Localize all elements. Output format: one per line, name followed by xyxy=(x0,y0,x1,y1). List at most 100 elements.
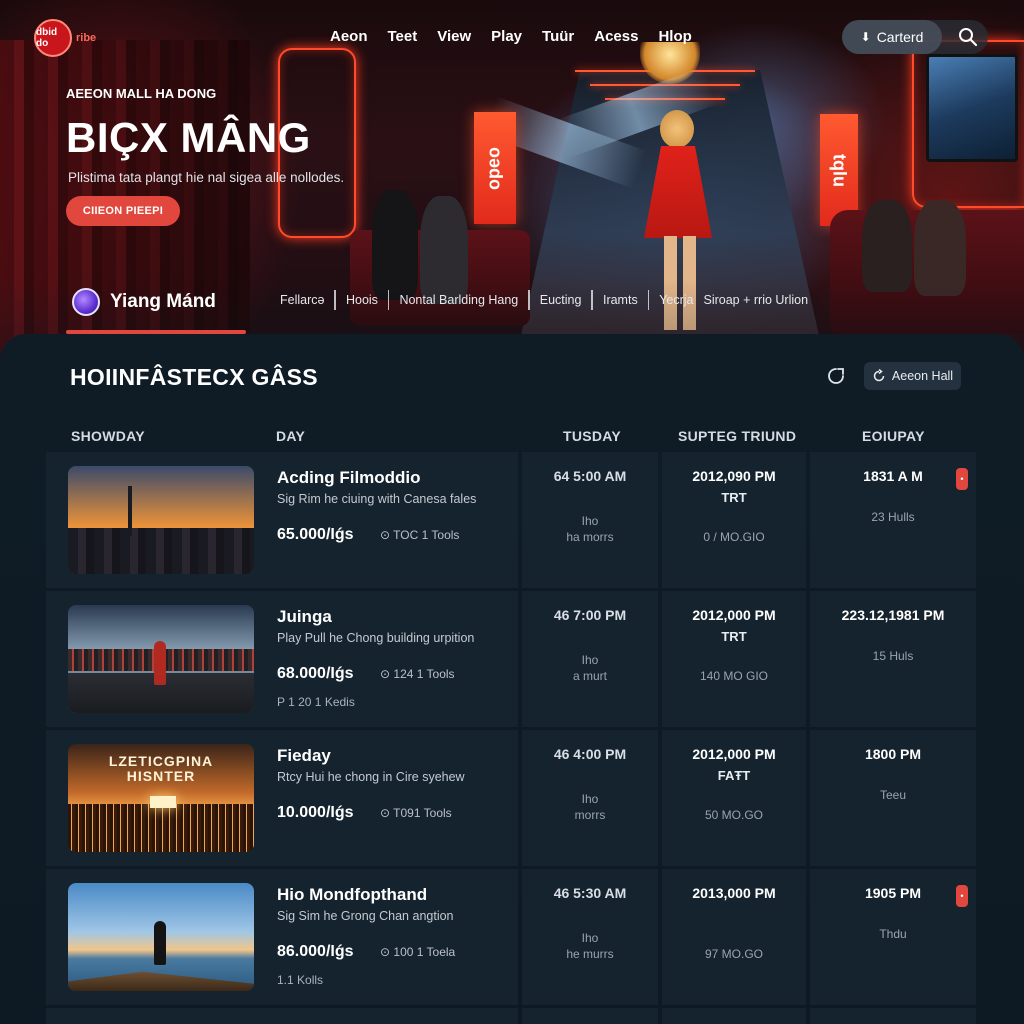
download-icon: ⬇ xyxy=(860,30,871,44)
panel-title: HOIINFÂSTECX GÂSS xyxy=(70,364,318,390)
movie-cell[interactable]: Hio Mondfopthand Sig Sim he Grong Chan an… xyxy=(46,869,518,1005)
slot-cell[interactable]: 2012,000 PM FAŦT 50 MO.GO xyxy=(662,730,806,866)
nav-item-play[interactable]: Play xyxy=(491,26,522,47)
time-cell[interactable]: 64 5:00 AM Iho ha morrs xyxy=(522,452,658,588)
equipment-time: 223.12,1981 PM xyxy=(841,607,945,623)
subnav-item[interactable]: Eucting xyxy=(530,293,592,307)
search-icon xyxy=(959,28,978,47)
cart-button[interactable]: ⬇ Carterd xyxy=(842,20,942,54)
audience-person xyxy=(862,200,912,292)
time-cell[interactable]: 46 5:30 AM Iho he murrs xyxy=(522,869,658,1005)
hero-cta-button[interactable]: CIIEON PIEEPI xyxy=(66,196,180,226)
subnav-divider xyxy=(591,290,593,310)
subnav-divider xyxy=(647,290,650,310)
slot-cell[interactable]: 2013,000 PM 97 MO.GO xyxy=(662,869,806,1005)
time-cell[interactable] xyxy=(522,1008,658,1024)
performer xyxy=(660,110,694,148)
movie-thumbnail[interactable] xyxy=(68,466,254,574)
venue-name: Yiang Mánd xyxy=(110,291,216,312)
column-header-day[interactable]: DAY xyxy=(276,428,305,444)
movie-thumbnail[interactable]: LZETICGPINA HISNTER xyxy=(68,744,254,852)
movie-tools: ⊙ 100 1 Toela xyxy=(380,945,456,959)
table-row[interactable] xyxy=(46,1008,976,1024)
venue-selector[interactable]: Yiang Mánd xyxy=(72,288,216,316)
main-nav: Aeon Teet View Play Tuür Acess Hlop xyxy=(330,26,692,47)
table-row[interactable]: LZETICGPINA HISNTER Fieday Rtcy Hui he chon… xyxy=(46,730,976,866)
share-button[interactable] xyxy=(824,364,848,388)
movie-tools: ⊙ T091 Tools xyxy=(380,806,452,820)
subnav-item[interactable]: Siroap + rrio Urlion xyxy=(704,293,819,307)
brand-logo[interactable]: dbid do ribe xyxy=(34,18,110,58)
movie-description: Rtcy Hui he chong in Cire syehew xyxy=(277,770,465,784)
subnav-item[interactable]: Nontal Barlding Hang xyxy=(389,293,528,307)
slot-cell[interactable] xyxy=(662,1008,806,1024)
movie-tools: ⊙ TOC 1 Tools xyxy=(380,528,460,542)
slot-tag: TRT xyxy=(721,629,747,644)
subnav-item[interactable]: Iramts xyxy=(593,293,648,307)
showtime-note: a murt xyxy=(572,669,607,683)
refresh-icon xyxy=(873,369,885,382)
movie-tools: ⊙ 124 1 Tools xyxy=(380,667,455,681)
nav-item-tuur[interactable]: Tuür xyxy=(542,26,574,47)
movie-title[interactable]: Juinga xyxy=(277,607,332,627)
movie-description: Sig Rim he ciuing with Canesa fales xyxy=(277,492,477,506)
equipment-cell[interactable] xyxy=(810,1008,976,1024)
sub-nav: Fellarcə Hoois Nontal Barlding Hang Euct… xyxy=(270,288,818,312)
showtime-note: Iho xyxy=(581,653,599,667)
time-cell[interactable]: 46 7:00 PM Iho a murt xyxy=(522,591,658,727)
subnav-divider xyxy=(387,290,390,310)
column-header-showday[interactable]: SHOWDAY xyxy=(71,428,145,444)
logo-text: dbid do xyxy=(36,27,58,49)
alert-badge[interactable]: • xyxy=(956,885,968,907)
equipment-cell[interactable]: 1800 PM Teeu xyxy=(810,730,976,866)
hall-filter-button[interactable]: Aeeon Hall xyxy=(864,362,961,390)
nav-item-aeon[interactable]: Aeon xyxy=(330,26,368,47)
share-icon xyxy=(828,368,844,384)
column-header-eoiupay[interactable]: EOIUPAY xyxy=(862,428,925,444)
showtime: 46 7:00 PM xyxy=(553,607,627,623)
nav-item-hlop[interactable]: Hlop xyxy=(658,26,691,47)
movie-title[interactable]: Fieday xyxy=(277,746,331,766)
movie-cell[interactable]: Acding Filmoddio Sig Rim he ciuing with C… xyxy=(46,452,518,588)
hero-subtitle: Plistima tata plangt hie nal sigea alle … xyxy=(68,170,345,185)
equipment-cell[interactable]: 1905 PM Thdu • xyxy=(810,869,976,1005)
slot-time: 2012,000 PM xyxy=(692,607,776,623)
time-cell[interactable]: 46 4:00 PM Iho morrs xyxy=(522,730,658,866)
movie-cell[interactable] xyxy=(46,1008,518,1024)
slot-cell[interactable]: 2012,090 PM TRT 0 / MO.GIO xyxy=(662,452,806,588)
nav-item-teet[interactable]: Teet xyxy=(388,26,418,47)
equipment-cell[interactable]: 223.12,1981 PM 15 Huls xyxy=(810,591,976,727)
movie-title[interactable]: Hio Mondfopthand xyxy=(277,885,427,905)
movie-cell[interactable]: Juinga Play Pull he Chong building urpiti… xyxy=(46,591,518,727)
alert-badge[interactable]: • xyxy=(956,468,968,490)
showtime-note: he murrs xyxy=(566,947,614,961)
nav-item-acess[interactable]: Acess xyxy=(594,26,638,47)
table-row[interactable]: Acding Filmoddio Sig Rim he ciuing with C… xyxy=(46,452,976,588)
hero-kicker: AEEON MALL HA DONG xyxy=(66,86,217,101)
subnav-item[interactable]: Yecrja xyxy=(649,293,703,307)
hero-title: BIÇX MÂNG xyxy=(66,114,311,161)
column-header-tusday[interactable]: TUSDAY xyxy=(563,428,621,444)
subnav-item[interactable]: Fellarcə xyxy=(270,293,334,307)
table-row[interactable]: Hio Mondfopthand Sig Sim he Grong Chan an… xyxy=(46,869,976,1005)
slot-time: 2012,000 PM xyxy=(692,746,776,762)
nav-item-view[interactable]: View xyxy=(437,26,471,47)
showtime-note: Iho xyxy=(581,792,599,806)
movie-thumbnail[interactable] xyxy=(68,605,254,713)
logo-badge: dbid do xyxy=(34,19,72,57)
search-button[interactable] xyxy=(952,22,984,52)
column-header-supteg[interactable]: SUPTEG TRIUND xyxy=(678,428,796,444)
slot-cell[interactable]: 2012,000 PM TRT 140 MO GIO xyxy=(662,591,806,727)
slot-tag: FAŦT xyxy=(717,768,751,783)
equipment-time: 1905 PM xyxy=(864,885,922,901)
thumbnail-title: LZETICGPINA HISNTER xyxy=(108,753,214,784)
movie-cell[interactable]: LZETICGPINA HISNTER Fieday Rtcy Hui he chon… xyxy=(46,730,518,866)
equipment-cell[interactable]: 1831 A M 23 Hulls • xyxy=(810,452,976,588)
slot-tag: TRT xyxy=(721,490,747,505)
subnav-item[interactable]: Hoois xyxy=(336,293,388,307)
equipment-time: 1831 A M xyxy=(863,468,923,484)
table-row[interactable]: Juinga Play Pull he Chong building urpiti… xyxy=(46,591,976,727)
movie-title[interactable]: Acding Filmoddio xyxy=(277,468,421,488)
movie-description: Sig Sim he Grong Chan angtion xyxy=(277,909,454,923)
movie-thumbnail[interactable] xyxy=(68,883,254,991)
